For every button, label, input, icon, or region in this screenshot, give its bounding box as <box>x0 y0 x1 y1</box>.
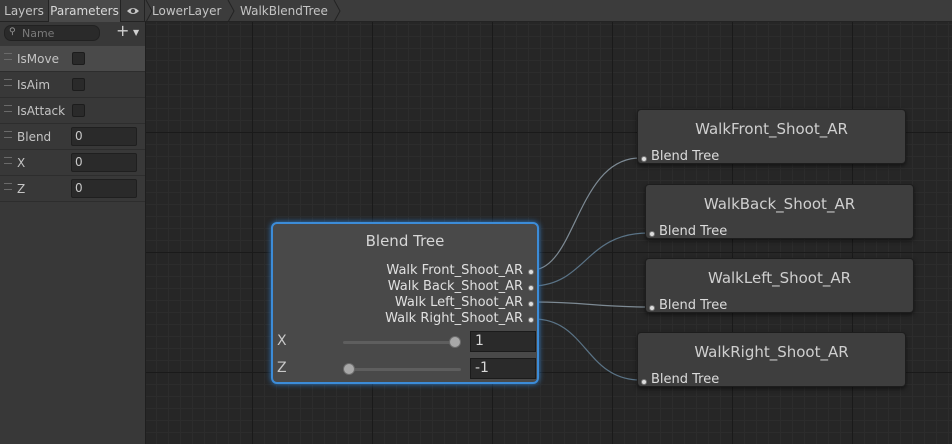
x-slider[interactable] <box>343 336 461 348</box>
parameter-checkbox[interactable] <box>72 104 85 117</box>
wire-right <box>533 318 641 381</box>
z-param-label: Z <box>277 360 287 376</box>
breadcrumb-item-lowerlayer[interactable]: LowerLayer <box>152 0 221 22</box>
input-port[interactable] <box>649 231 655 237</box>
parameter-row-x[interactable]: X 0 <box>0 150 145 176</box>
output-label-right: Walk Right_Shoot_AR <box>385 311 523 326</box>
node-title: WalkLeft_Shoot_AR <box>707 269 852 287</box>
output-label-front: Walk Front_Shoot_AR <box>386 263 523 278</box>
x-value-field[interactable]: 1 <box>470 331 536 352</box>
parameter-value-field[interactable]: 0 <box>71 179 137 198</box>
search-field[interactable]: ⚲ <box>4 25 100 41</box>
parameter-checkbox[interactable] <box>72 78 85 91</box>
tab-layers[interactable]: Layers <box>0 0 49 22</box>
wire-left <box>533 301 649 308</box>
output-label-left: Walk Left_Shoot_AR <box>394 295 523 310</box>
node-subtitle: Blend Tree <box>651 372 720 387</box>
input-port[interactable] <box>641 379 647 385</box>
output-label-back: Walk Back_Shoot_AR <box>387 279 523 294</box>
wire-back <box>533 232 649 287</box>
drag-handle-icon[interactable] <box>4 105 12 112</box>
eye-toggle-button[interactable] <box>121 0 145 22</box>
input-port[interactable] <box>649 305 655 311</box>
parameter-name: IsMove <box>17 52 59 66</box>
wire-front <box>533 157 641 271</box>
graph-canvas[interactable]: WalkFront_Shoot_AR Blend Tree WalkBack_S… <box>146 22 952 444</box>
parameter-value-field[interactable]: 0 <box>71 127 137 146</box>
parameter-checkbox[interactable] <box>72 52 85 65</box>
drag-handle-icon[interactable] <box>4 183 12 190</box>
drag-handle-icon[interactable] <box>4 131 12 138</box>
parameter-name: IsAttack <box>17 104 66 118</box>
parameter-row-isattack[interactable]: IsAttack <box>0 98 145 124</box>
motion-node-walkback[interactable]: WalkBack_Shoot_AR Blend Tree <box>645 184 914 239</box>
node-subtitle: Blend Tree <box>651 149 720 164</box>
output-port[interactable] <box>528 269 534 275</box>
parameter-name: Z <box>17 182 26 196</box>
search-icon: ⚲ <box>9 27 16 37</box>
node-title: WalkFront_Shoot_AR <box>695 120 848 138</box>
parameter-row-z[interactable]: Z 0 <box>0 176 145 202</box>
input-port[interactable] <box>641 156 647 162</box>
parameter-name: X <box>17 156 26 170</box>
search-input[interactable] <box>22 26 94 40</box>
tab-parameters[interactable]: Parameters <box>49 0 121 22</box>
drag-handle-icon[interactable] <box>4 157 12 164</box>
parameter-row-ismove[interactable]: IsMove <box>0 46 145 72</box>
breadcrumb-separator-icon <box>333 0 341 22</box>
toolbar: Layers Parameters LowerLayer WalkBlendTr… <box>0 0 952 22</box>
blend-tree-node[interactable]: Blend Tree Walk Front_Shoot_AR Walk Back… <box>271 222 539 384</box>
plus-icon[interactable]: + <box>116 23 129 39</box>
x-slider-knob[interactable] <box>449 336 461 348</box>
eye-icon <box>127 8 139 14</box>
node-title: WalkBack_Shoot_AR <box>703 195 856 213</box>
node-title: Blend Tree <box>365 232 445 250</box>
drag-handle-icon[interactable] <box>4 53 12 60</box>
chevron-down-icon[interactable]: ▼ <box>133 28 139 37</box>
parameter-name: Blend <box>17 130 52 144</box>
output-port[interactable] <box>528 285 534 291</box>
parameter-row-isaim[interactable]: IsAim <box>0 72 145 98</box>
node-title: WalkRight_Shoot_AR <box>694 343 849 361</box>
breadcrumb-item-walkblendtree[interactable]: WalkBlendTree <box>240 0 328 22</box>
parameters-panel: ⚲ + ▼ IsMove IsAim IsAttack Blend 0 X 0 … <box>0 22 146 444</box>
output-port[interactable] <box>528 317 534 323</box>
drag-handle-icon[interactable] <box>4 79 12 86</box>
z-slider-knob[interactable] <box>343 363 355 375</box>
z-slider[interactable] <box>343 363 461 375</box>
parameter-value-field[interactable]: 0 <box>71 153 137 172</box>
motion-node-walkfront[interactable]: WalkFront_Shoot_AR Blend Tree <box>637 109 906 164</box>
parameter-name: IsAim <box>17 78 51 92</box>
x-param-label: X <box>277 333 287 349</box>
output-port[interactable] <box>528 301 534 307</box>
node-subtitle: Blend Tree <box>659 298 728 313</box>
motion-node-walkleft[interactable]: WalkLeft_Shoot_AR Blend Tree <box>645 258 914 313</box>
motion-node-walkright[interactable]: WalkRight_Shoot_AR Blend Tree <box>637 332 906 387</box>
parameter-row-blend[interactable]: Blend 0 <box>0 124 145 150</box>
breadcrumb-separator-icon <box>227 0 235 22</box>
z-value-field[interactable]: -1 <box>470 358 536 379</box>
node-subtitle: Blend Tree <box>659 224 728 239</box>
